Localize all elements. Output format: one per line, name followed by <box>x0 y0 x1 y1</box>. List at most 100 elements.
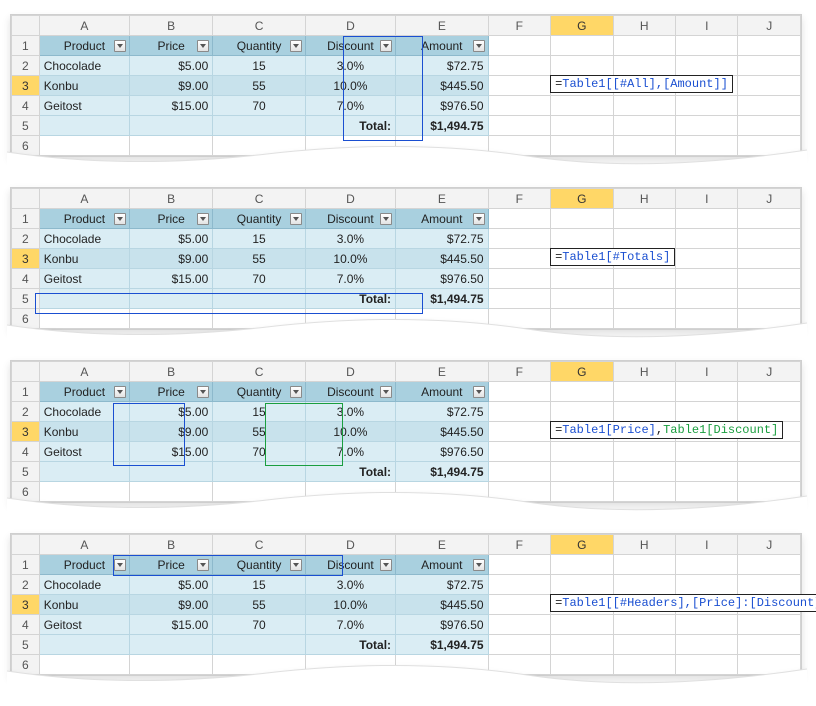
cell-G3[interactable]: =Table1[#Totals] <box>551 249 613 269</box>
cell-C3[interactable]: 55 <box>213 595 306 615</box>
cell-D6[interactable] <box>305 309 395 329</box>
cell-D4[interactable]: 7.0% <box>305 96 395 116</box>
cell-J2[interactable] <box>738 575 801 595</box>
filter-dropdown-icon[interactable] <box>473 559 485 571</box>
cell-H1[interactable] <box>613 36 675 56</box>
col-header-I[interactable]: I <box>676 16 738 36</box>
cell-C6[interactable] <box>213 655 306 675</box>
filter-dropdown-icon[interactable] <box>290 40 302 52</box>
cell-I1[interactable] <box>676 555 738 575</box>
filter-dropdown-icon[interactable] <box>290 386 302 398</box>
cell-J4[interactable] <box>738 269 801 289</box>
cell-H6[interactable] <box>613 482 675 502</box>
cell-A3[interactable]: Konbu <box>39 76 129 96</box>
cell-E6[interactable] <box>396 309 489 329</box>
cell-E1[interactable]: Amount <box>396 36 489 56</box>
cell-G3[interactable]: =Table1[Price],Table1[Discount] <box>551 422 613 442</box>
cell-H6[interactable] <box>613 655 675 675</box>
cell-D2[interactable]: 3.0% <box>305 56 395 76</box>
cell-H4[interactable] <box>613 442 675 462</box>
cell-G4[interactable] <box>551 269 613 289</box>
col-header-E[interactable]: E <box>396 16 489 36</box>
col-header-C[interactable]: C <box>213 189 306 209</box>
cell-H2[interactable] <box>613 229 675 249</box>
cell-B3[interactable]: $9.00 <box>129 76 212 96</box>
cell-J2[interactable] <box>738 56 801 76</box>
cell-F2[interactable] <box>488 56 550 76</box>
cell-B6[interactable] <box>129 136 212 156</box>
cell-J6[interactable] <box>738 655 801 675</box>
cell-J4[interactable] <box>738 442 801 462</box>
col-header-C[interactable]: C <box>213 535 306 555</box>
filter-dropdown-icon[interactable] <box>473 213 485 225</box>
cell-E4[interactable]: $976.50 <box>396 615 489 635</box>
select-all-corner[interactable] <box>12 535 40 555</box>
cell-G4[interactable] <box>551 615 613 635</box>
row-header-5[interactable]: 5 <box>12 462 40 482</box>
cell-A2[interactable]: Chocolade <box>39 402 129 422</box>
row-header-3[interactable]: 3 <box>12 249 40 269</box>
cell-B6[interactable] <box>129 655 212 675</box>
cell-J4[interactable] <box>738 96 801 116</box>
cell-G6[interactable] <box>551 309 613 329</box>
cell-A6[interactable] <box>39 655 129 675</box>
filter-dropdown-icon[interactable] <box>197 213 209 225</box>
cell-A5[interactable] <box>39 116 129 136</box>
cell-D4[interactable]: 7.0% <box>305 442 395 462</box>
cell-A6[interactable] <box>39 309 129 329</box>
cell-B2[interactable]: $5.00 <box>129 402 212 422</box>
cell-I5[interactable] <box>676 635 738 655</box>
cell-F4[interactable] <box>488 96 550 116</box>
cell-I4[interactable] <box>676 615 738 635</box>
row-header-1[interactable]: 1 <box>12 36 40 56</box>
filter-dropdown-icon[interactable] <box>114 213 126 225</box>
row-header-5[interactable]: 5 <box>12 289 40 309</box>
cell-A5[interactable] <box>39 635 129 655</box>
row-header-6[interactable]: 6 <box>12 482 40 502</box>
cell-B2[interactable]: $5.00 <box>129 229 212 249</box>
cell-E1[interactable]: Amount <box>396 209 489 229</box>
formula-editor[interactable]: =Table1[[#All],[Amount]] <box>550 75 733 93</box>
cell-E2[interactable]: $72.75 <box>396 56 489 76</box>
cell-D4[interactable]: 7.0% <box>305 269 395 289</box>
cell-D1[interactable]: Discount <box>305 382 395 402</box>
cell-B4[interactable]: $15.00 <box>129 442 212 462</box>
cell-F5[interactable] <box>488 116 550 136</box>
cell-C6[interactable] <box>213 136 306 156</box>
filter-dropdown-icon[interactable] <box>473 386 485 398</box>
cell-E2[interactable]: $72.75 <box>396 229 489 249</box>
cell-F6[interactable] <box>488 482 550 502</box>
cell-H2[interactable] <box>613 402 675 422</box>
cell-G3[interactable]: =Table1[[#Headers],[Price]:[Discount]] <box>551 595 613 615</box>
cell-H4[interactable] <box>613 269 675 289</box>
cell-D1[interactable]: Discount <box>305 555 395 575</box>
filter-dropdown-icon[interactable] <box>380 386 392 398</box>
col-header-J[interactable]: J <box>738 16 801 36</box>
filter-dropdown-icon[interactable] <box>473 40 485 52</box>
cell-B3[interactable]: $9.00 <box>129 249 212 269</box>
filter-dropdown-icon[interactable] <box>197 386 209 398</box>
cell-B6[interactable] <box>129 482 212 502</box>
cell-J3[interactable] <box>738 76 801 96</box>
cell-C4[interactable]: 70 <box>213 96 306 116</box>
col-header-B[interactable]: B <box>129 16 212 36</box>
row-header-2[interactable]: 2 <box>12 56 40 76</box>
cell-D3[interactable]: 10.0% <box>305 249 395 269</box>
cell-B5[interactable] <box>129 289 212 309</box>
cell-J3[interactable] <box>738 249 801 269</box>
row-header-3[interactable]: 3 <box>12 595 40 615</box>
cell-I6[interactable] <box>676 309 738 329</box>
col-header-E[interactable]: E <box>396 535 489 555</box>
cell-H5[interactable] <box>613 289 675 309</box>
cell-J5[interactable] <box>738 635 801 655</box>
cell-G1[interactable] <box>551 555 613 575</box>
cell-D5[interactable]: Total: <box>305 635 395 655</box>
cell-E5[interactable]: $1,494.75 <box>396 462 489 482</box>
cell-G2[interactable] <box>551 575 613 595</box>
filter-dropdown-icon[interactable] <box>380 559 392 571</box>
cell-I1[interactable] <box>676 36 738 56</box>
col-header-D[interactable]: D <box>305 362 395 382</box>
col-header-E[interactable]: E <box>396 189 489 209</box>
cell-C3[interactable]: 55 <box>213 422 306 442</box>
cell-H5[interactable] <box>613 635 675 655</box>
